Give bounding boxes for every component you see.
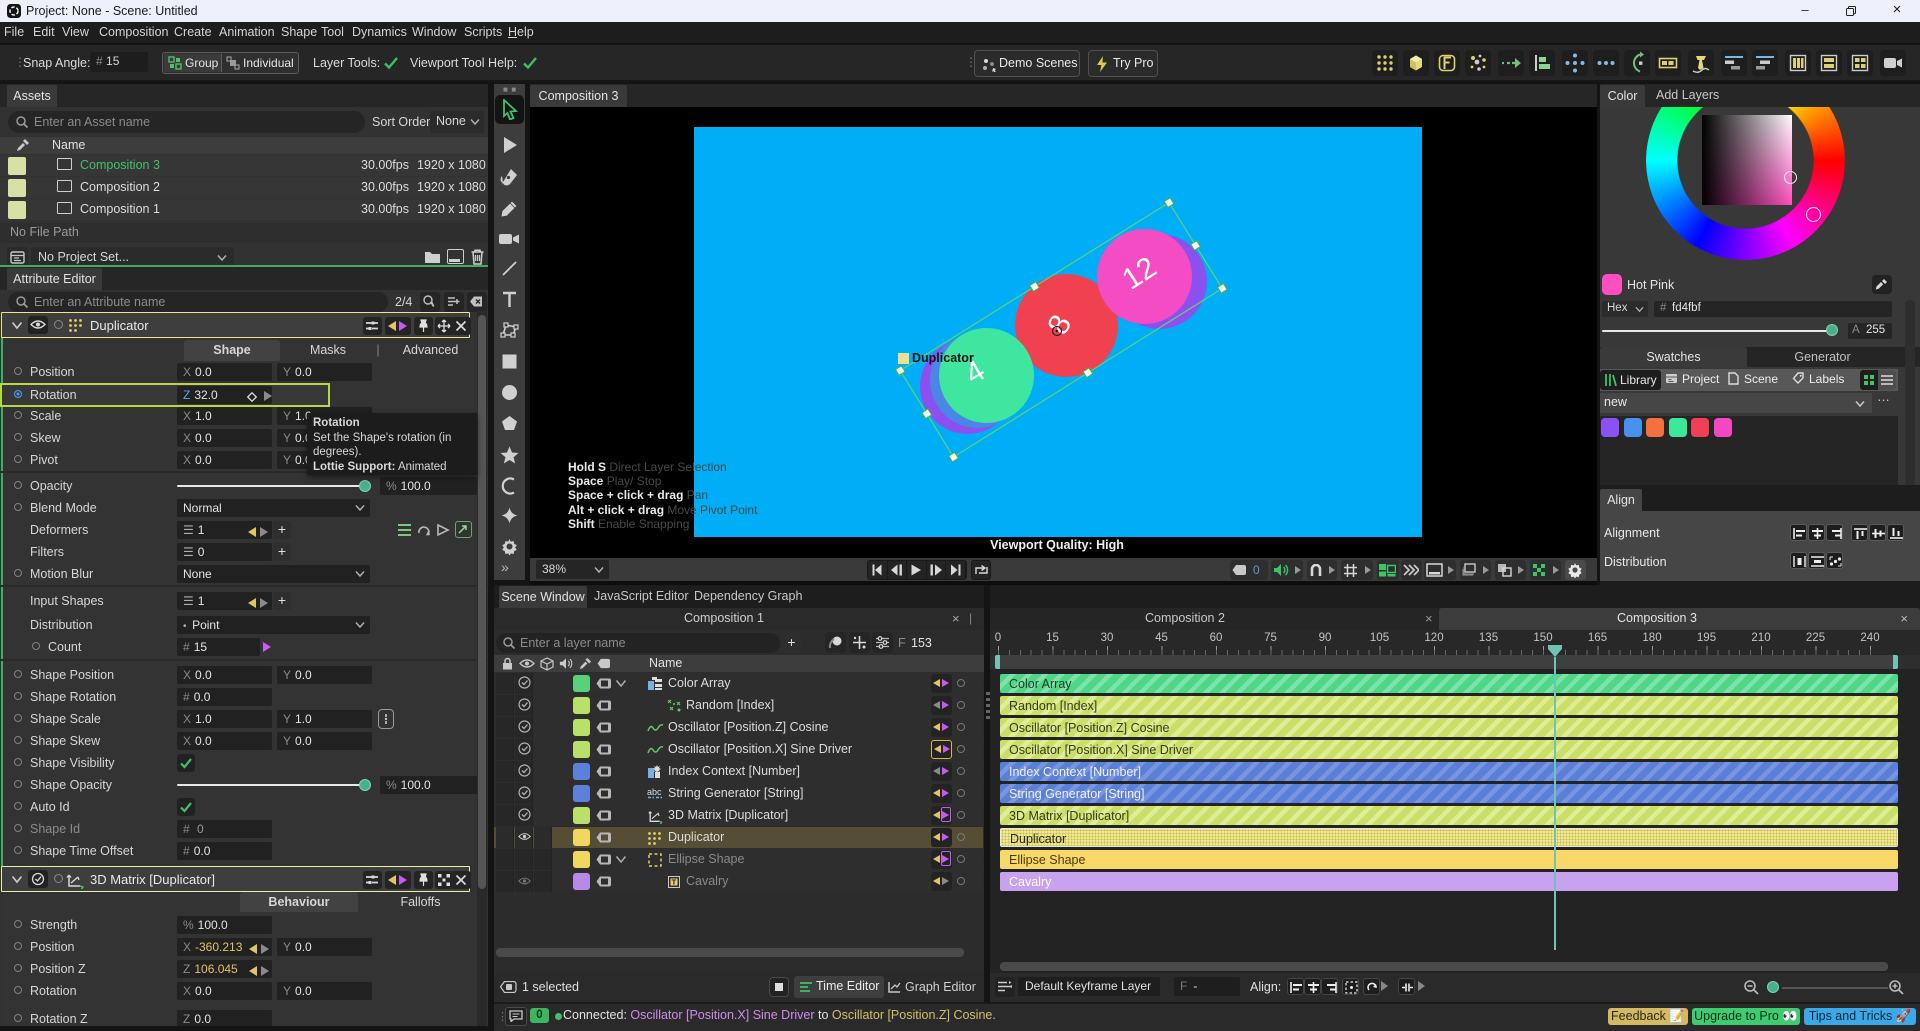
svg-text:T: T <box>672 878 677 887</box>
svg-text:abc: abc <box>647 787 662 797</box>
